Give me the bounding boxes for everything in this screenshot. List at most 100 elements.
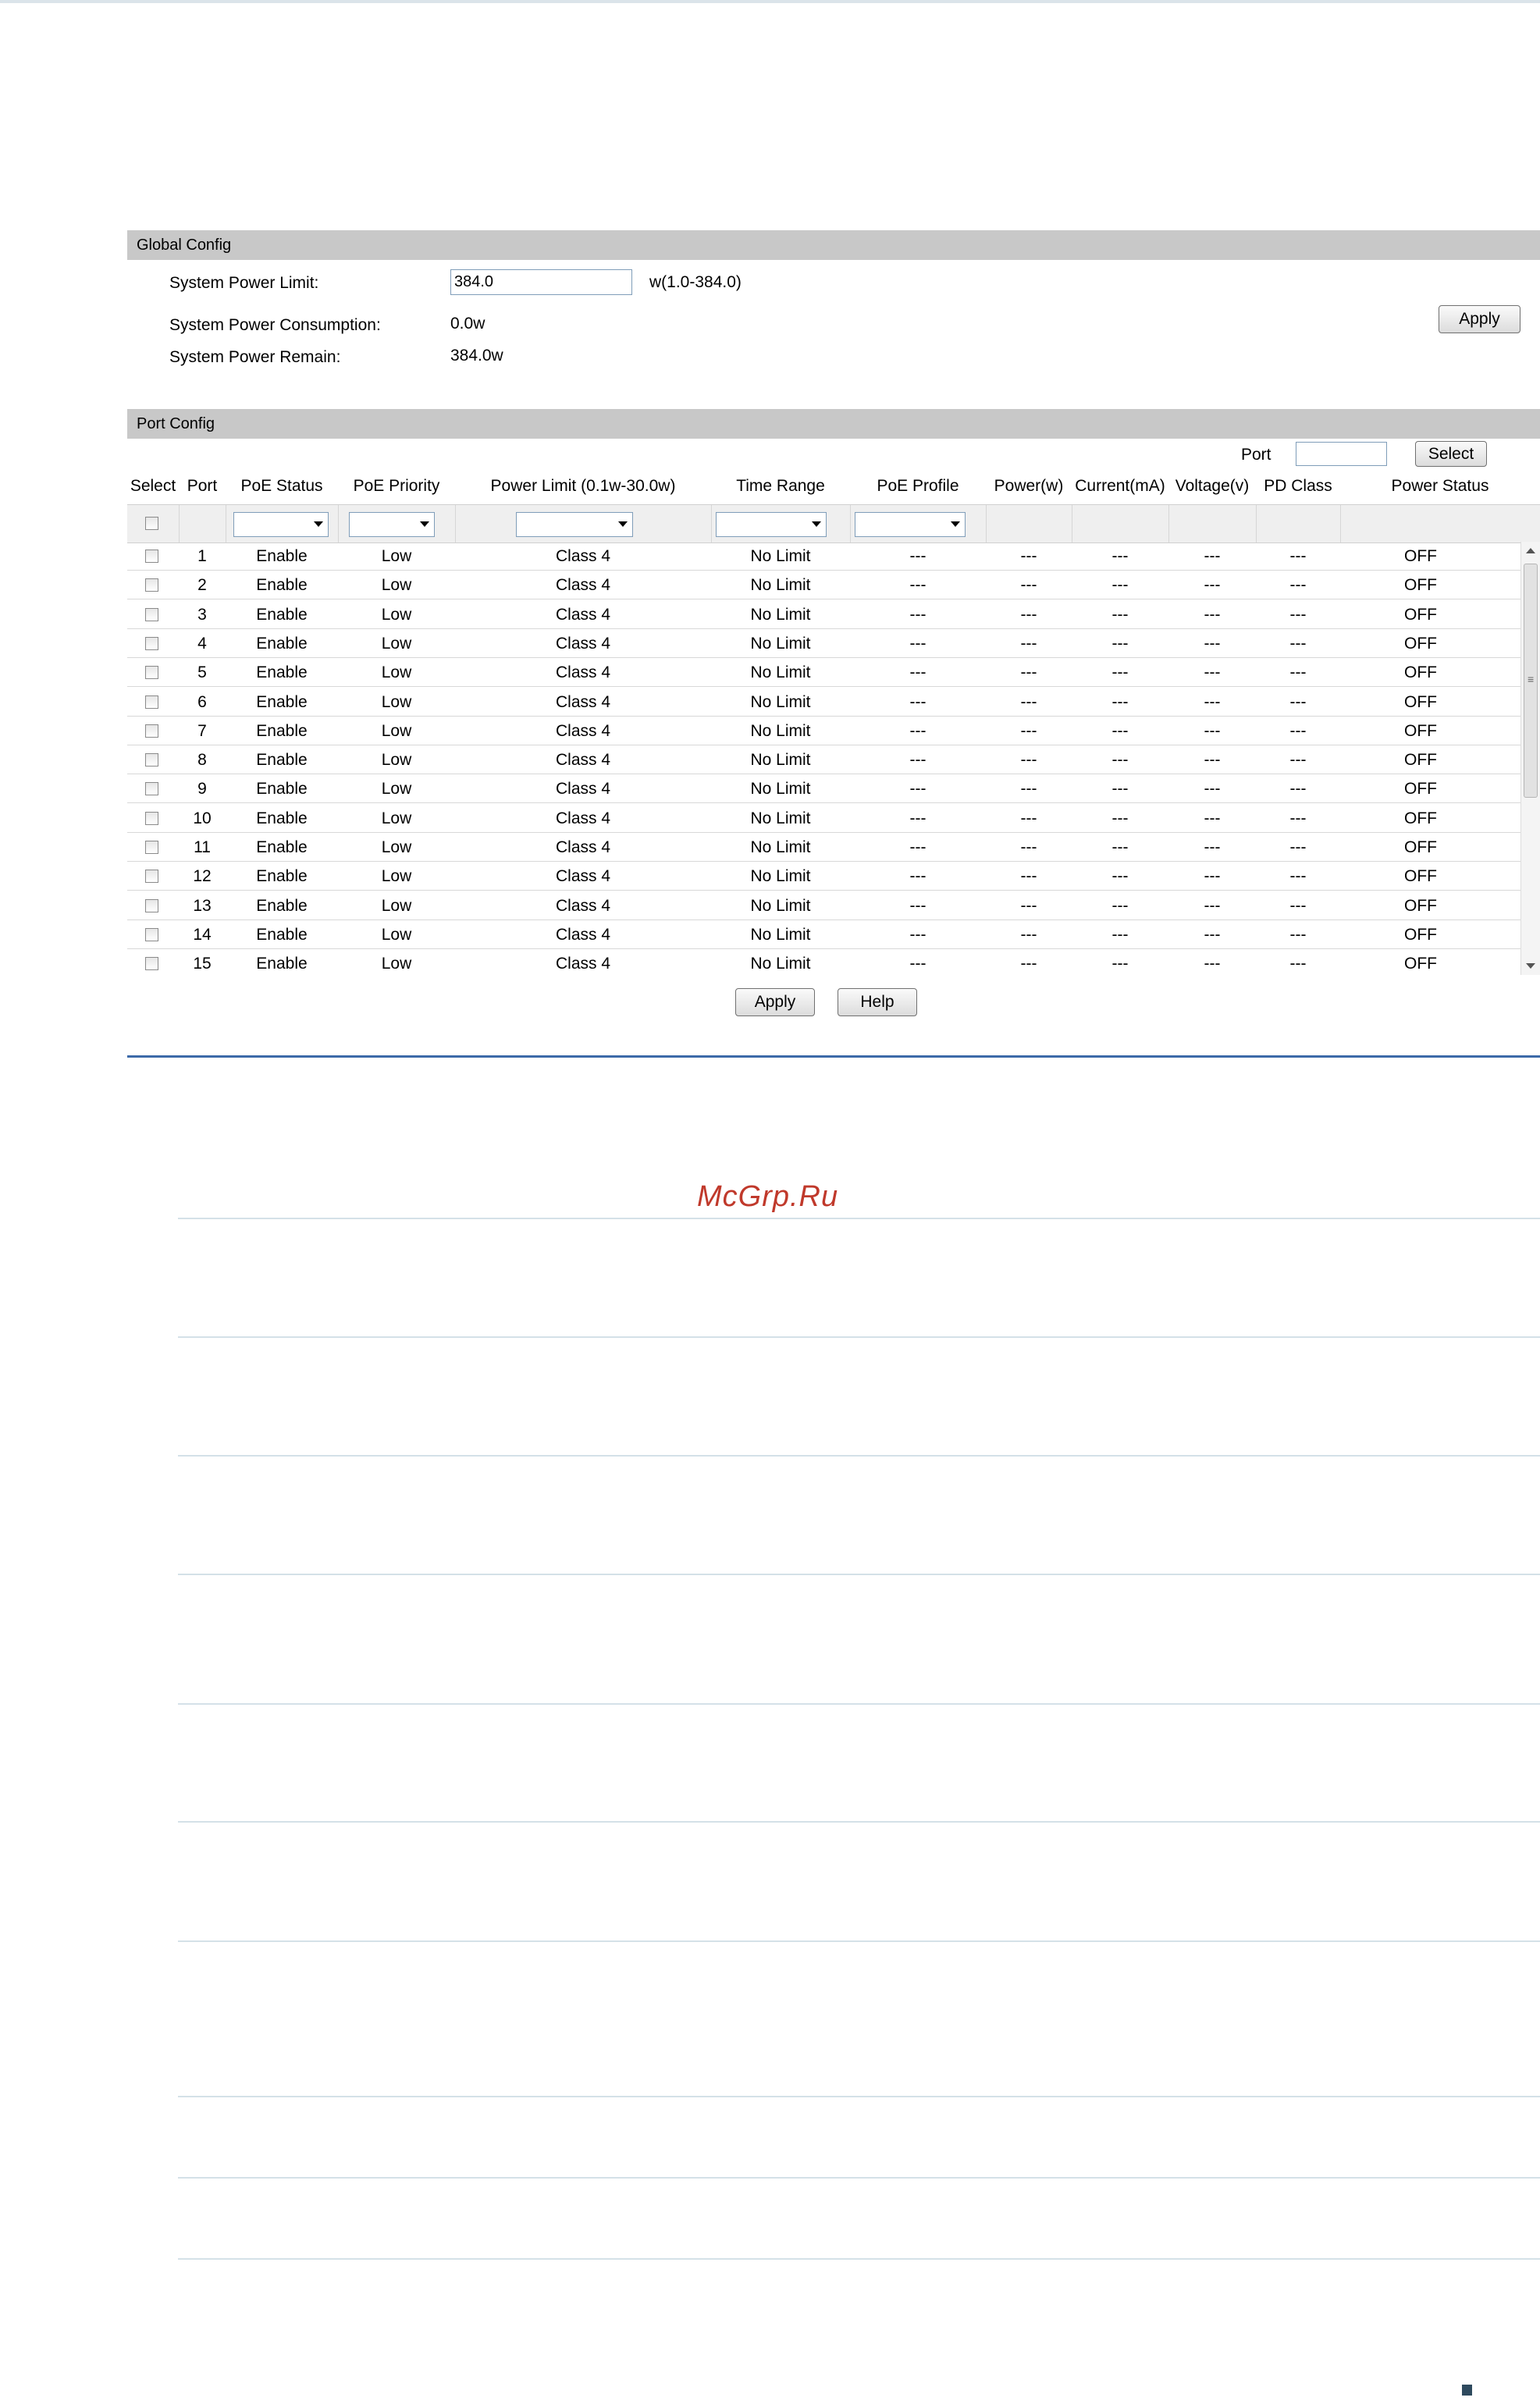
row-select-checkbox[interactable]	[145, 870, 158, 884]
scroll-down-icon[interactable]	[1526, 963, 1535, 969]
table-row[interactable]: 4 Enable Low Class 4 No Limit --- --- --- --- ---…	[127, 629, 1520, 658]
row-select-checkbox[interactable]	[145, 841, 158, 854]
cell-poe-profile: ---	[909, 896, 926, 915]
table-row[interactable]: 1 Enable Low Class 4 No Limit --- --- --- --- ---…	[127, 542, 1520, 571]
time-range-dropdown[interactable]	[716, 512, 827, 537]
cell-power-status: OFF	[1404, 955, 1437, 973]
ruled-line	[178, 2258, 1540, 2260]
system-power-limit-input[interactable]	[450, 269, 632, 295]
row-select-checkbox[interactable]	[145, 695, 158, 709]
cell-pd-class: ---	[1289, 634, 1307, 653]
power-limit-dropdown[interactable]	[516, 512, 633, 537]
cell-time-range: No Limit	[750, 925, 811, 944]
table-row[interactable]: 14 Enable Low Class 4 No Limit --- --- --- --- --…	[127, 920, 1520, 949]
table-row[interactable]: 13 Enable Low Class 4 No Limit --- --- --- --- --…	[127, 891, 1520, 920]
port-select-button[interactable]: Select	[1415, 441, 1487, 467]
table-row[interactable]: 11 Enable Low Class 4 No Limit --- --- --- --- --…	[127, 833, 1520, 862]
cell-power: ---	[1020, 663, 1037, 682]
cell-poe-profile: ---	[909, 955, 926, 973]
watermark: McGrp.Ru	[697, 1180, 839, 1213]
cell-power-limit: Class 4	[555, 809, 611, 827]
row-select-checkbox[interactable]	[145, 550, 158, 563]
table-row[interactable]: 8 Enable Low Class 4 No Limit --- --- --- --- ---…	[127, 745, 1520, 775]
cell-time-range: No Limit	[750, 955, 811, 973]
row-select-checkbox[interactable]	[145, 753, 158, 767]
cell-power: ---	[1020, 605, 1037, 624]
cell-poe-profile: ---	[909, 634, 926, 653]
cell-pd-class: ---	[1289, 663, 1307, 682]
cell-port: 3	[197, 605, 207, 624]
global-apply-button[interactable]: Apply	[1439, 305, 1520, 333]
row-select-checkbox[interactable]	[145, 636, 158, 650]
table-row[interactable]: 7 Enable Low Class 4 No Limit --- --- --- --- ---…	[127, 717, 1520, 745]
row-select-checkbox[interactable]	[145, 927, 158, 941]
table-row[interactable]: 6 Enable Low Class 4 No Limit --- --- --- --- ---…	[127, 688, 1520, 717]
row-select-checkbox[interactable]	[145, 578, 158, 592]
col-power-limit: Power Limit (0.1w-30.0w)	[490, 477, 676, 495]
cell-poe-priority: Low	[381, 780, 412, 799]
cell-power-status: OFF	[1404, 867, 1437, 886]
table-row[interactable]: 12 Enable Low Class 4 No Limit --- --- --- --- --…	[127, 862, 1520, 891]
cell-port: 10	[193, 809, 212, 827]
row-select-checkbox[interactable]	[145, 957, 158, 971]
poe-profile-dropdown[interactable]	[855, 512, 966, 537]
ruled-line	[178, 2177, 1540, 2179]
cell-poe-status: Enable	[256, 809, 308, 827]
row-select-checkbox[interactable]	[145, 898, 158, 912]
col-poe-profile: PoE Profile	[877, 477, 959, 495]
cell-time-range: No Limit	[750, 634, 811, 653]
system-power-remain-value: 384.0w	[450, 347, 503, 365]
cell-pd-class: ---	[1289, 692, 1307, 711]
table-row[interactable]: 15 Enable Low Class 4 No Limit --- --- --- --- --…	[127, 949, 1520, 975]
row-select-checkbox[interactable]	[145, 607, 158, 621]
cell-power: ---	[1020, 547, 1037, 565]
help-button[interactable]: Help	[838, 988, 917, 1016]
system-power-consumption-value: 0.0w	[450, 315, 485, 333]
cell-current: ---	[1111, 634, 1129, 653]
cell-poe-priority: Low	[381, 809, 412, 827]
cell-power-status: OFF	[1404, 634, 1437, 653]
top-border	[0, 0, 1540, 3]
cell-power: ---	[1020, 896, 1037, 915]
table-header: Select Port PoE Status PoE Priority Powe…	[127, 468, 1540, 504]
cell-power-status: OFF	[1404, 751, 1437, 770]
cell-time-range: No Limit	[750, 547, 811, 565]
port-search-label: Port	[1241, 446, 1271, 464]
cell-power-status: OFF	[1404, 838, 1437, 856]
table-row[interactable]: 3 Enable Low Class 4 No Limit --- --- --- --- ---…	[127, 600, 1520, 629]
scrollbar-thumb[interactable]: ≡	[1524, 564, 1538, 798]
row-select-checkbox[interactable]	[145, 724, 158, 738]
port-apply-button[interactable]: Apply	[735, 988, 815, 1016]
chevron-down-icon	[420, 521, 429, 527]
cell-voltage: ---	[1204, 867, 1221, 886]
row-select-checkbox[interactable]	[145, 811, 158, 825]
table-row[interactable]: 10 Enable Low Class 4 No Limit --- --- --- --- --…	[127, 804, 1520, 833]
cell-port: 15	[193, 955, 212, 973]
cell-power-limit: Class 4	[555, 576, 611, 595]
cell-port: 11	[194, 838, 211, 856]
table-scrollbar[interactable]: ≡	[1520, 542, 1540, 975]
ruled-line	[178, 2096, 1540, 2097]
scroll-up-icon[interactable]	[1526, 548, 1535, 553]
cell-current: ---	[1111, 809, 1129, 827]
system-power-consumption-label: System Power Consumption:	[169, 316, 381, 334]
table-row[interactable]: 9 Enable Low Class 4 No Limit --- --- --- --- ---…	[127, 774, 1520, 804]
col-pd-class: PD Class	[1264, 477, 1332, 495]
cell-port: 12	[193, 867, 212, 886]
row-select-checkbox[interactable]	[145, 782, 158, 796]
cell-current: ---	[1111, 751, 1129, 770]
table-row[interactable]: 5 Enable Low Class 4 No Limit --- --- --- --- ---…	[127, 658, 1520, 688]
select-all-checkbox[interactable]	[145, 517, 158, 530]
cell-port: 9	[197, 780, 207, 799]
cell-port: 5	[197, 663, 207, 682]
port-config-header: Port Config	[127, 409, 1540, 439]
port-search-input[interactable]	[1296, 442, 1387, 466]
cell-port: 1	[197, 547, 207, 565]
row-select-checkbox[interactable]	[145, 666, 158, 680]
table-row[interactable]: 2 Enable Low Class 4 No Limit --- --- --- --- ---…	[127, 571, 1520, 600]
poe-priority-dropdown[interactable]	[349, 512, 435, 537]
cell-pd-class: ---	[1289, 925, 1307, 944]
cell-pd-class: ---	[1289, 721, 1307, 740]
ruled-line	[178, 1574, 1540, 1575]
poe-status-dropdown[interactable]	[233, 512, 329, 537]
